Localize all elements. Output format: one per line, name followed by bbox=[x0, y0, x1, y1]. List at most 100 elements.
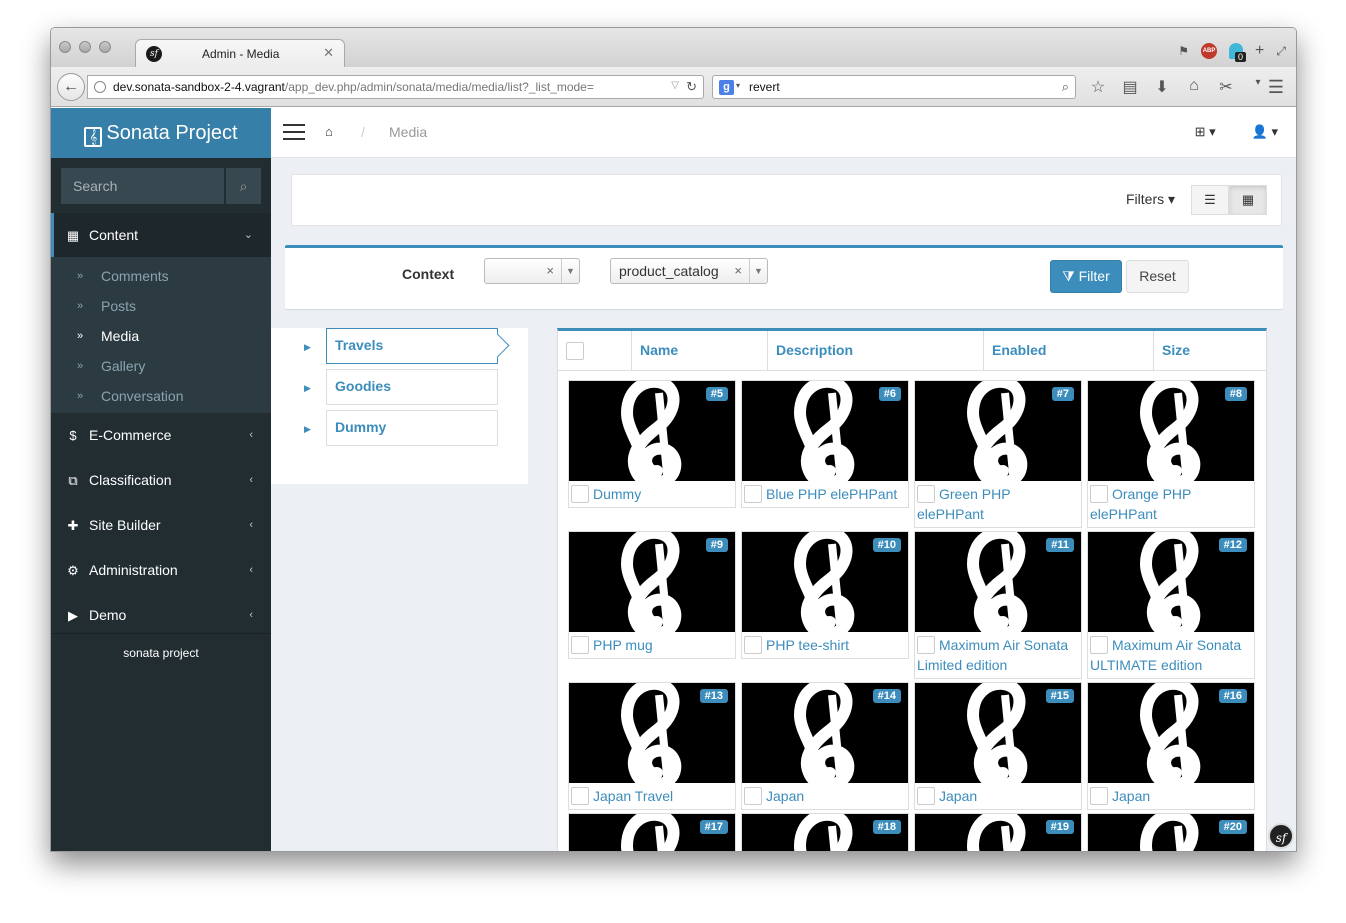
media-name-link[interactable]: Dummy bbox=[593, 486, 641, 502]
media-select-checkbox[interactable] bbox=[571, 787, 589, 805]
media-select-checkbox[interactable] bbox=[571, 636, 589, 654]
tree-node-dummy[interactable]: Dummy bbox=[326, 410, 498, 446]
media-thumbnail[interactable]: #11 bbox=[915, 532, 1081, 632]
context-select-second[interactable]: product_catalog × ▼ bbox=[610, 258, 768, 284]
media-card[interactable]: #8 Orange PHP elePHPant bbox=[1087, 380, 1255, 528]
media-thumbnail[interactable]: #17 bbox=[569, 814, 735, 851]
sidebar-item-demo[interactable]: ▶ Demo ‹ bbox=[51, 593, 271, 638]
list-mode-list-button[interactable]: ☰ bbox=[1191, 185, 1229, 215]
media-card[interactable]: #9 PHP mug bbox=[568, 531, 736, 659]
media-thumbnail[interactable]: #5 bbox=[569, 381, 735, 481]
tree-node-travels[interactable]: Travels bbox=[326, 328, 498, 364]
zoom-window-button[interactable] bbox=[99, 41, 111, 53]
media-card[interactable]: #10 PHP tee-shirt bbox=[741, 531, 909, 659]
chevron-down-icon[interactable]: ▼ bbox=[749, 259, 767, 283]
home-icon[interactable]: ⌂ bbox=[1185, 77, 1203, 97]
fullscreen-icon[interactable]: ⤢ bbox=[1276, 44, 1286, 59]
close-window-button[interactable] bbox=[59, 41, 71, 53]
media-card[interactable]: #16 Japan bbox=[1087, 682, 1255, 810]
clear-icon[interactable]: × bbox=[734, 263, 742, 278]
extension-caret-icon[interactable]: ▾ bbox=[1249, 77, 1267, 97]
media-select-checkbox[interactable] bbox=[1090, 485, 1108, 503]
browser-search-bar[interactable]: g ▾ revert ⌕ bbox=[712, 75, 1076, 99]
context-select-first[interactable]: × ▼ bbox=[484, 258, 580, 284]
adblock-icon[interactable]: ABP bbox=[1201, 43, 1218, 59]
media-card[interactable]: #12 Maximum Air Sonata ULTIMATE edition bbox=[1087, 531, 1255, 679]
media-select-checkbox[interactable] bbox=[744, 485, 762, 503]
tree-node-goodies[interactable]: Goodies bbox=[326, 369, 498, 405]
sidebar-item-administration[interactable]: ⚙ Administration ‹ bbox=[51, 548, 271, 593]
sidebar-toggle-icon[interactable] bbox=[283, 124, 305, 145]
sidebar-search-input[interactable]: Search bbox=[61, 168, 224, 204]
reload-icon[interactable]: ↻ bbox=[686, 79, 697, 95]
new-tab-icon[interactable]: + bbox=[1255, 42, 1264, 60]
media-thumbnail[interactable]: #12 bbox=[1088, 532, 1254, 632]
add-new-dropdown-icon[interactable]: ⊞ ▾ bbox=[1195, 124, 1216, 140]
reading-list-icon[interactable]: ▤ bbox=[1121, 77, 1139, 97]
media-select-checkbox[interactable] bbox=[1090, 787, 1108, 805]
tab-close-icon[interactable]: ✕ bbox=[323, 45, 334, 61]
media-card[interactable]: #7 Green PHP elePHPant bbox=[914, 380, 1082, 528]
browser-tab[interactable]: sf Admin - Media ✕ bbox=[135, 39, 345, 68]
column-size[interactable]: Size bbox=[1153, 331, 1266, 371]
media-select-checkbox[interactable] bbox=[1090, 636, 1108, 654]
media-card[interactable]: #14 Japan bbox=[741, 682, 909, 810]
column-name[interactable]: Name bbox=[631, 331, 767, 371]
sidebar-item-conversation[interactable]: » Conversation bbox=[51, 381, 271, 411]
media-thumbnail[interactable]: #18 bbox=[742, 814, 908, 851]
filter-button[interactable]: ⧩ Filter bbox=[1050, 260, 1122, 293]
download-icon[interactable]: ⬇ bbox=[1153, 77, 1171, 97]
breadcrumb-home-icon[interactable]: ⌂ bbox=[325, 124, 333, 139]
media-select-checkbox[interactable] bbox=[571, 485, 589, 503]
media-card[interactable]: #13 Japan Travel bbox=[568, 682, 736, 810]
media-card[interactable]: #18 bbox=[741, 813, 909, 851]
media-name-link[interactable]: Blue PHP elePHPant bbox=[766, 486, 897, 502]
media-name-link[interactable]: Japan bbox=[766, 788, 804, 804]
media-name-link[interactable]: Maximum Air Sonata Limited edition bbox=[917, 637, 1068, 673]
media-card[interactable]: #19 bbox=[914, 813, 1082, 851]
media-card[interactable]: #17 bbox=[568, 813, 736, 851]
caret-right-icon[interactable]: ▶ bbox=[304, 424, 311, 435]
sidebar-item-posts[interactable]: » Posts bbox=[51, 291, 271, 321]
media-select-checkbox[interactable] bbox=[917, 787, 935, 805]
caret-right-icon[interactable]: ▶ bbox=[304, 383, 311, 394]
minimize-window-button[interactable] bbox=[79, 41, 91, 53]
select-all-checkbox[interactable] bbox=[566, 342, 584, 360]
media-card[interactable]: #20 bbox=[1087, 813, 1255, 851]
sidebar-item-site-builder[interactable]: ✚ Site Builder ‹ bbox=[51, 503, 271, 548]
column-description[interactable]: Description bbox=[767, 331, 983, 371]
google-icon[interactable]: g bbox=[719, 80, 734, 95]
chevron-down-icon[interactable]: ▼ bbox=[561, 259, 579, 283]
search-engine-caret-icon[interactable]: ▾ bbox=[736, 81, 740, 90]
sidebar-search-button[interactable]: ⌕ bbox=[225, 168, 261, 204]
media-card[interactable]: #6 Blue PHP elePHPant bbox=[741, 380, 909, 508]
list-mode-mosaic-button[interactable]: ▦ bbox=[1229, 185, 1267, 215]
url-bar[interactable]: dev.sonata-sandbox-2-4.vagrant/app_dev.p… bbox=[87, 75, 704, 99]
media-thumbnail[interactable]: #8 bbox=[1088, 381, 1254, 481]
media-select-checkbox[interactable] bbox=[917, 636, 935, 654]
media-thumbnail[interactable]: #15 bbox=[915, 683, 1081, 783]
media-card[interactable]: #11 Maximum Air Sonata Limited edition bbox=[914, 531, 1082, 679]
media-name-link[interactable]: Japan Travel bbox=[593, 788, 673, 804]
media-thumbnail[interactable]: #20 bbox=[1088, 814, 1254, 851]
url-dropdown-icon[interactable]: ▽ bbox=[671, 80, 679, 91]
media-name-link[interactable]: PHP mug bbox=[593, 637, 653, 653]
media-select-checkbox[interactable] bbox=[744, 787, 762, 805]
media-thumbnail[interactable]: #6 bbox=[742, 381, 908, 481]
media-select-checkbox[interactable] bbox=[744, 636, 762, 654]
reset-button[interactable]: Reset bbox=[1126, 260, 1189, 293]
sidebar-item-classification[interactable]: ⧉ Classification ‹ bbox=[51, 458, 271, 503]
browser-menu-icon[interactable]: ☰ bbox=[1268, 77, 1284, 98]
sidebar-item-media[interactable]: » Media bbox=[51, 321, 271, 351]
media-select-checkbox[interactable] bbox=[917, 485, 935, 503]
media-thumbnail[interactable]: #9 bbox=[569, 532, 735, 632]
filters-dropdown[interactable]: Filters ▾ bbox=[1126, 191, 1175, 208]
ghostery-icon[interactable]: 0 bbox=[1229, 43, 1247, 62]
media-thumbnail[interactable]: #16 bbox=[1088, 683, 1254, 783]
media-card[interactable]: #15 Japan bbox=[914, 682, 1082, 810]
media-thumbnail[interactable]: #14 bbox=[742, 683, 908, 783]
back-button[interactable]: ← bbox=[57, 73, 85, 101]
sidebar-item-comments[interactable]: » Comments bbox=[51, 261, 271, 291]
media-thumbnail[interactable]: #13 bbox=[569, 683, 735, 783]
symfony-toolbar-icon[interactable]: sf bbox=[1268, 823, 1294, 849]
